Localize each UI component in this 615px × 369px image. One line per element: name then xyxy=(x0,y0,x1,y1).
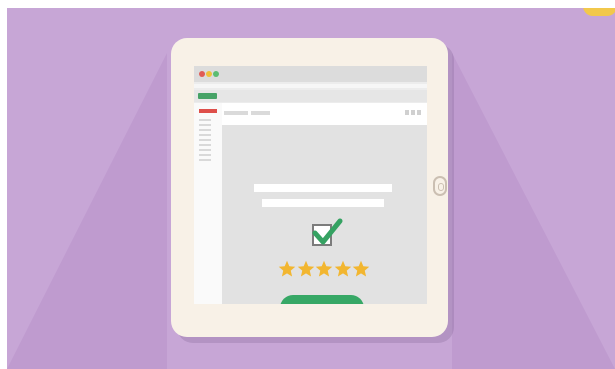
header-control-icon[interactable] xyxy=(411,110,415,115)
illustration-canvas xyxy=(7,8,615,369)
sidebar xyxy=(194,103,222,304)
checkmark-icon xyxy=(312,218,343,245)
header-control-icon[interactable] xyxy=(417,110,421,115)
right-ray xyxy=(452,53,615,369)
header-placeholder-text xyxy=(224,111,248,115)
star-icon[interactable] xyxy=(278,260,296,278)
tablet-screen xyxy=(194,66,427,304)
sidebar-item[interactable] xyxy=(199,149,211,151)
active-tab[interactable] xyxy=(198,93,217,99)
star-icon[interactable] xyxy=(315,260,333,278)
header-placeholder-text xyxy=(251,111,270,115)
sidebar-item[interactable] xyxy=(199,134,211,136)
home-button[interactable] xyxy=(433,176,447,196)
placeholder-subheading xyxy=(262,199,384,207)
header-control-icon[interactable] xyxy=(405,110,409,115)
content-header xyxy=(222,103,427,126)
browser-title-bar xyxy=(194,66,427,82)
sidebar-item[interactable] xyxy=(199,144,211,146)
placeholder-heading xyxy=(254,184,392,192)
left-ray xyxy=(7,53,167,369)
star-rating[interactable] xyxy=(278,260,370,280)
address-bar xyxy=(194,84,427,88)
star-icon[interactable] xyxy=(334,260,352,278)
minimize-dot-icon[interactable] xyxy=(206,71,212,77)
sidebar-item-active[interactable] xyxy=(199,109,217,113)
submit-button[interactable] xyxy=(280,295,364,304)
sidebar-item[interactable] xyxy=(199,154,211,156)
star-icon[interactable] xyxy=(352,260,370,278)
tab-strip xyxy=(194,90,427,102)
tablet-device xyxy=(171,38,448,337)
sidebar-item[interactable] xyxy=(199,159,211,161)
sidebar-item[interactable] xyxy=(199,139,211,141)
sidebar-item[interactable] xyxy=(199,129,211,131)
sidebar-item[interactable] xyxy=(199,124,211,126)
close-dot-icon[interactable] xyxy=(199,71,205,77)
sidebar-item[interactable] xyxy=(199,119,211,121)
maximize-dot-icon[interactable] xyxy=(213,71,219,77)
star-icon[interactable] xyxy=(297,260,315,278)
